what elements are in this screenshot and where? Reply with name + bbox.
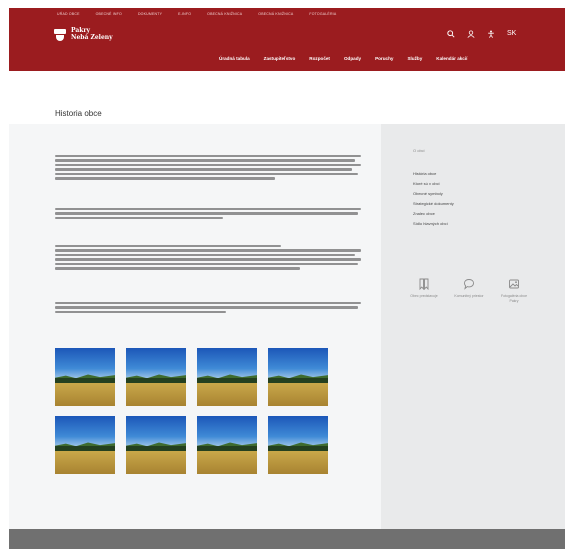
- text-line: [55, 306, 358, 309]
- text-line: [55, 208, 361, 211]
- site-header: Uŕad obce Obecné Info Dokumenty E-info O…: [9, 8, 565, 71]
- text-line: [55, 155, 361, 158]
- text-line: [55, 267, 300, 270]
- sidebar-link[interactable]: Ktoré sú v obci: [413, 181, 454, 191]
- text-line: [55, 163, 361, 167]
- gallery-photo[interactable]: [268, 348, 328, 406]
- sidebar-links: História obce Ktoré sú v obci Obecné sym…: [413, 171, 454, 231]
- text-line: [55, 253, 355, 257]
- gallery-photo[interactable]: [126, 348, 186, 406]
- logo-text: Pakry Nebá Zeleny: [71, 27, 113, 41]
- search-icon[interactable]: [447, 30, 455, 38]
- text-line: [55, 245, 282, 248]
- nav-item[interactable]: Rozpočet: [309, 56, 330, 61]
- site-logo[interactable]: Pakry Nebá Zeleny: [54, 27, 113, 41]
- text-line: [55, 172, 358, 176]
- utility-link[interactable]: Obecné Info: [96, 12, 122, 16]
- sidebar-card[interactable]: Obec predstavuje: [409, 278, 439, 303]
- site-footer: [9, 529, 565, 549]
- photo-gallery: [55, 348, 328, 474]
- gallery-photo[interactable]: [55, 416, 115, 474]
- chat-icon: [463, 278, 475, 290]
- sidebar-cards: Obec predstavuje Komunitný priestor Foto…: [409, 278, 529, 303]
- user-icon[interactable]: [467, 30, 475, 38]
- sidebar-heading: O obci: [413, 148, 425, 153]
- sidebar: [381, 124, 565, 529]
- text-line: [55, 159, 355, 162]
- title-bar: Historia obce: [9, 71, 565, 124]
- gallery-photo[interactable]: [55, 348, 115, 406]
- logo-line-2: Nebá Zeleny: [71, 33, 113, 41]
- utility-nav: Uŕad obce Obecné Info Dokumenty E-info O…: [57, 12, 336, 16]
- header-icons: SK: [447, 30, 516, 38]
- nav-item[interactable]: Služby: [407, 56, 422, 61]
- browser-page: Uŕad obce Obecné Info Dokumenty E-info O…: [9, 8, 565, 549]
- nav-item[interactable]: Kalendár akcií: [436, 56, 467, 61]
- nav-item[interactable]: Poruchy: [375, 56, 393, 61]
- main-nav: Úradná tabula Zastupiteľstvo Rozpočet Od…: [219, 56, 467, 61]
- body-paragraph: [55, 302, 361, 315]
- text-line: [55, 177, 276, 180]
- utility-link[interactable]: Uŕad obce: [57, 12, 80, 16]
- language-icon[interactable]: SK: [507, 30, 516, 38]
- gallery-photo[interactable]: [126, 416, 186, 474]
- utility-link[interactable]: Obecná knižnica: [207, 12, 242, 16]
- text-line: [55, 168, 352, 171]
- sidebar-card-label: Fotogaléria obce Pakry: [500, 294, 528, 303]
- sidebar-link[interactable]: Sídlo hlavných obcí: [413, 221, 454, 231]
- sidebar-card-label: Komunitný priestor: [454, 294, 484, 298]
- gallery-photo[interactable]: [268, 416, 328, 474]
- page-title: Historia obce: [55, 109, 102, 118]
- text-line: [55, 216, 224, 220]
- sidebar-link[interactable]: Obecné symboly: [413, 191, 454, 201]
- text-line: [55, 302, 361, 305]
- nav-item[interactable]: Odpady: [344, 56, 361, 61]
- body-paragraph: [55, 155, 361, 182]
- text-line: [55, 258, 361, 261]
- text-line: [55, 249, 361, 252]
- nav-item[interactable]: Zastupiteľstvo: [264, 56, 296, 61]
- utility-link[interactable]: E-info: [178, 12, 191, 16]
- gallery-photo[interactable]: [197, 416, 257, 474]
- bookmark-icon: [418, 278, 430, 290]
- text-line: [55, 262, 358, 266]
- sidebar-card-label: Obec predstavuje: [410, 294, 438, 298]
- sidebar-link[interactable]: História obce: [413, 171, 454, 181]
- image-icon: [508, 278, 520, 290]
- nav-item[interactable]: Úradná tabula: [219, 56, 250, 61]
- gallery-photo[interactable]: [197, 348, 257, 406]
- utility-link[interactable]: Dokumenty: [138, 12, 162, 16]
- coat-of-arms-icon: [54, 28, 66, 41]
- body-paragraph: [55, 245, 361, 272]
- body-paragraph: [55, 208, 361, 221]
- sidebar-link[interactable]: Znalec obce: [413, 211, 454, 221]
- accessibility-icon[interactable]: [487, 30, 495, 38]
- sidebar-card[interactable]: Komunitný priestor: [454, 278, 484, 303]
- sidebar-link[interactable]: Strategické dokumenty: [413, 201, 454, 211]
- sidebar-card[interactable]: Fotogaléria obce Pakry: [499, 278, 529, 303]
- utility-link[interactable]: Obecná knižnica: [258, 12, 293, 16]
- text-line: [55, 310, 227, 314]
- text-line: [55, 212, 358, 215]
- utility-link[interactable]: Fotogaléria: [309, 12, 336, 16]
